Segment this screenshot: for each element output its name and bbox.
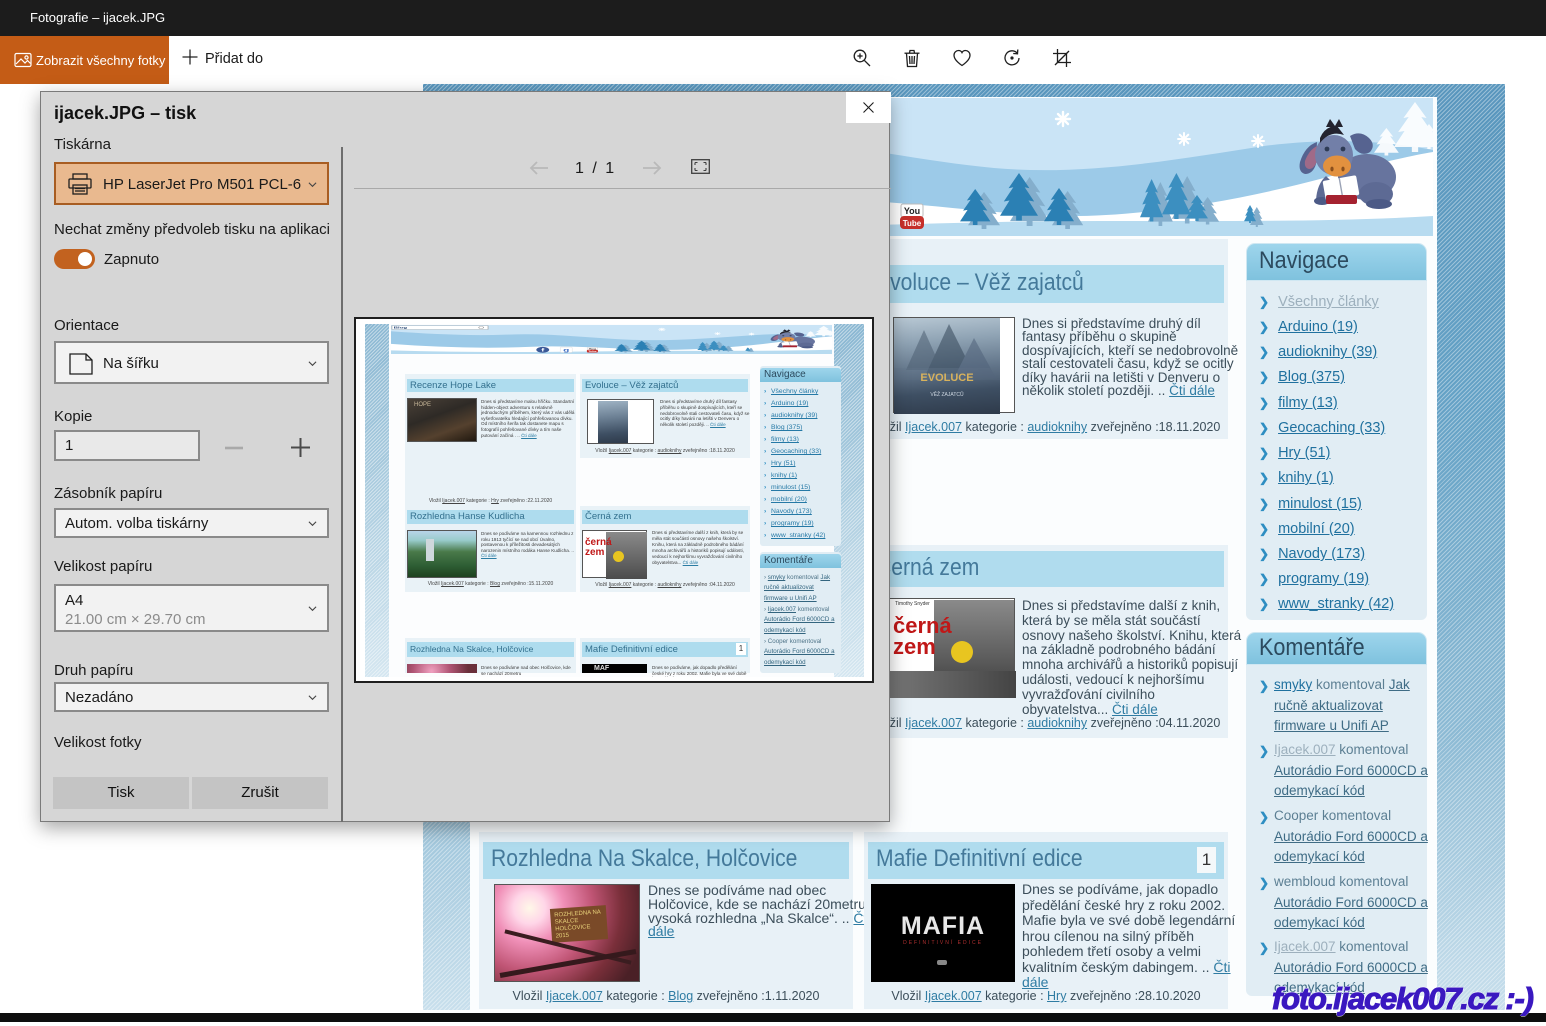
svg-text:Tube: Tube	[903, 219, 922, 228]
svg-text:You: You	[904, 206, 920, 216]
